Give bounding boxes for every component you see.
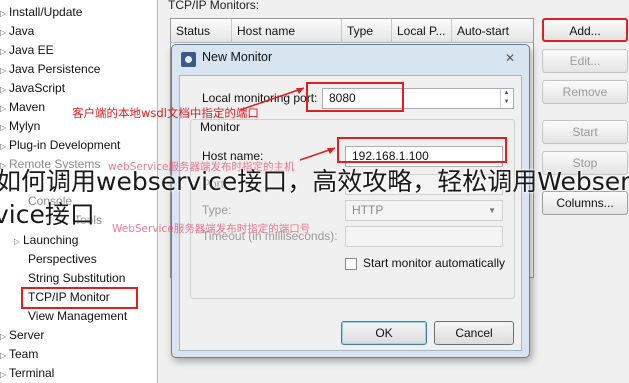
title-overlay-line-2: vice接口 [0,200,95,229]
title-overlay-line-1: 如何调用webservice接口，高效攻略，轻松调用Webser [0,167,629,196]
title-overlay: 如何调用webservice接口，高效攻略，轻松调用Webser vice接口 [0,165,629,235]
client-port-annotation: 客户端的本地wsdl文档中指定的端口 [72,106,259,120]
